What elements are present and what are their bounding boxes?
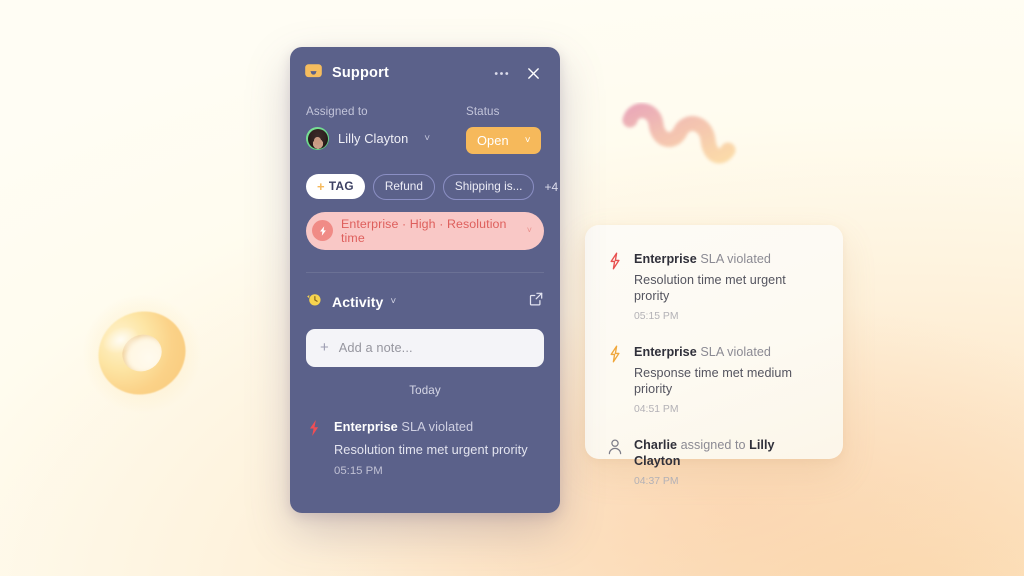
add-tag-button[interactable]: + TAG <box>306 174 365 200</box>
day-separator-label: Today <box>409 383 441 397</box>
lightning-bolt-icon <box>607 251 623 270</box>
feed-item[interactable]: Enterprise SLA violated Response time me… <box>607 344 821 417</box>
feed-item-actor: Enterprise <box>634 345 697 359</box>
add-note-input[interactable]: + Add a note... <box>306 328 544 367</box>
chevron-down-icon: ˅ <box>424 132 431 144</box>
chevron-down-icon: ˅ <box>526 225 532 236</box>
more-options-icon[interactable] <box>490 62 512 84</box>
external-link-icon[interactable] <box>528 291 544 312</box>
divider <box>306 271 544 273</box>
assignee-selector[interactable]: Lilly Clayton ˅ <box>306 127 466 150</box>
feed-item-detail: Resolution time met urgent prority <box>634 273 786 303</box>
activity-history-icon <box>306 291 323 313</box>
priority-text: Enterprise · High · Resolution time <box>341 216 507 245</box>
panel-header: Support <box>290 47 560 99</box>
decorative-squiggle <box>622 103 736 164</box>
avatar <box>306 127 329 150</box>
close-icon[interactable] <box>522 62 544 84</box>
add-tag-label: TAG <box>328 178 354 193</box>
lightning-bolt-icon <box>306 418 322 436</box>
panel-activity-action: SLA violated <box>401 418 474 434</box>
panel-body: Assigned to Lilly Clayton ˅ Status Open … <box>290 105 560 273</box>
chevron-down-icon[interactable]: ˅ <box>390 296 396 307</box>
panel-activity-body: Enterprise SLA violated Resolution time … <box>334 418 528 477</box>
plus-icon: + <box>320 339 329 357</box>
lightning-bolt-icon <box>607 344 623 363</box>
feed-item-detail: Response time met medium priority <box>634 366 792 396</box>
add-note-placeholder: Add a note... <box>338 340 413 356</box>
panel-activity-actor: Enterprise <box>334 418 398 434</box>
chevron-down-icon: ˅ <box>524 134 531 146</box>
feed-item[interactable]: Enterprise SLA violated Resolution time … <box>607 251 821 324</box>
status-badge[interactable]: Open ˅ <box>466 127 541 154</box>
status-field: Status Open ˅ <box>466 105 544 154</box>
tag-row: + TAG Refund Shipping is... +4 <box>306 174 558 200</box>
inbox-icon <box>304 62 323 84</box>
feed-item-action: SLA violated <box>700 345 771 359</box>
priority-pill[interactable]: Enterprise · High · Resolution time ˅ <box>306 211 544 250</box>
feed-item-actor: Enterprise <box>634 252 697 266</box>
avatar-image <box>307 128 328 149</box>
feed-item-action: SLA violated <box>700 252 771 266</box>
panel-activity-item[interactable]: Enterprise SLA violated Resolution time … <box>290 418 560 477</box>
tag-chip-refund[interactable]: Refund <box>372 174 435 200</box>
tag-chip-shipping[interactable]: Shipping is... <box>442 174 535 200</box>
panel-activity-title: Enterprise SLA violated <box>334 418 528 435</box>
feed-item[interactable]: Charlie assigned to Lilly Clayton 04:37 … <box>607 437 821 489</box>
support-panel: Support Assigned to Lilly Clayton ˅ Stat… <box>290 47 560 513</box>
feed-item-time: 05:15 PM <box>634 311 679 322</box>
feed-item-action: assigned to <box>680 438 746 452</box>
plus-icon: + <box>317 179 325 195</box>
status-label: Status <box>466 105 500 118</box>
activity-feed-card: Enterprise SLA violated Resolution time … <box>585 225 843 487</box>
user-icon <box>607 437 623 455</box>
panel-activity-time: 05:15 PM <box>334 464 383 477</box>
assignee-name: Lilly Clayton <box>338 131 409 146</box>
assignee-field: Assigned to Lilly Clayton ˅ <box>306 105 466 150</box>
meta-fields: Assigned to Lilly Clayton ˅ Status Open … <box>306 105 544 154</box>
feed-item-title: Charlie assigned to Lilly Clayton <box>634 437 821 469</box>
activity-title: Activity <box>332 293 384 310</box>
status-value: Open <box>477 133 509 148</box>
activity-header: Activity ˅ <box>290 291 560 313</box>
feed-item-time: 04:37 PM <box>634 476 679 487</box>
lightning-bolt-icon <box>312 220 333 242</box>
feed-item-title: Enterprise SLA violated <box>634 251 821 267</box>
panel-activity-detail: Resolution time met urgent prority <box>334 441 528 457</box>
assignee-label: Assigned to <box>306 105 368 118</box>
feed-item-time: 04:51 PM <box>634 404 679 415</box>
tag-overflow-count[interactable]: +4 <box>544 180 558 194</box>
panel-title: Support <box>332 65 389 81</box>
feed-item-actor: Charlie <box>634 438 678 452</box>
feed-item-title: Enterprise SLA violated <box>634 344 821 360</box>
